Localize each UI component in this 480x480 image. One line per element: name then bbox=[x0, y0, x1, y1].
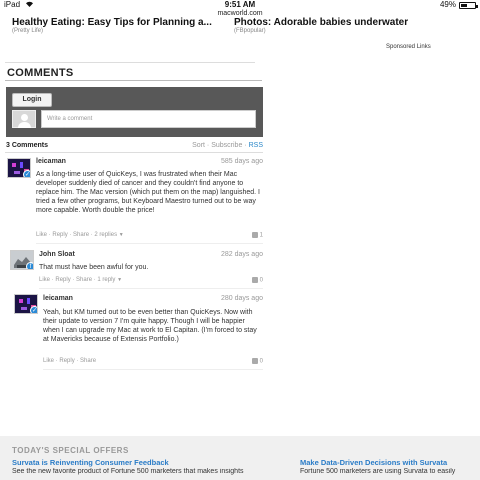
comment-timestamp[interactable]: 585 days ago bbox=[180, 158, 263, 165]
battery-fill bbox=[461, 3, 468, 7]
thumbs-up-icon[interactable] bbox=[251, 232, 258, 238]
comment-author[interactable]: John Sloat bbox=[39, 251, 75, 258]
offer-description-2: Fortune 500 marketers are using Survata … bbox=[300, 468, 456, 475]
like-link[interactable]: Like bbox=[36, 232, 47, 238]
vote-count[interactable]: 1 bbox=[240, 232, 263, 239]
comment-compose-box: Login Write a comment bbox=[6, 87, 263, 137]
share-link[interactable]: Share bbox=[76, 277, 92, 283]
vote-count[interactable]: 0 bbox=[240, 358, 263, 365]
avatar[interactable]: ✓ bbox=[7, 158, 31, 178]
verified-badge-icon: ✓ bbox=[23, 170, 31, 178]
login-button[interactable]: Login bbox=[12, 93, 52, 107]
comment-actions: Like · Reply · Share bbox=[43, 358, 97, 364]
comment-text: Yeah, but KM turned out to be even bette… bbox=[43, 309, 257, 343]
avatar[interactable]: ✓ bbox=[14, 294, 38, 314]
divider bbox=[5, 62, 255, 63]
battery-icon bbox=[459, 1, 478, 9]
clock: 9:51 AM bbox=[224, 0, 256, 9]
replies-toggle[interactable]: 2 replies bbox=[94, 232, 117, 238]
divider bbox=[43, 369, 263, 370]
comment-author[interactable]: leicaman bbox=[36, 158, 66, 165]
divider bbox=[36, 243, 263, 244]
verified-badge-icon: f bbox=[26, 262, 33, 269]
comment-count-row: 3 Comments Sort · Subscribe · RSS bbox=[6, 142, 263, 149]
comment-count: 3 Comments bbox=[6, 142, 49, 149]
thumbs-up-icon[interactable] bbox=[251, 358, 258, 364]
chevron-down-icon[interactable]: ▼ bbox=[117, 277, 122, 283]
comment-timestamp[interactable]: 282 days ago bbox=[180, 251, 263, 258]
chevron-down-icon[interactable]: ▼ bbox=[119, 232, 124, 238]
share-link[interactable]: Share bbox=[80, 358, 96, 364]
status-bar: iPad 9:51 AM 49% bbox=[0, 0, 480, 10]
sponsored-links-label[interactable]: Sponsored Links bbox=[386, 44, 431, 50]
comment-timestamp[interactable]: 280 days ago bbox=[180, 295, 263, 302]
divider bbox=[5, 80, 262, 81]
avatar[interactable]: f bbox=[10, 250, 34, 270]
comment-author[interactable]: leicaman bbox=[43, 295, 73, 302]
reply-link[interactable]: Reply bbox=[52, 232, 67, 238]
comment-input[interactable]: Write a comment bbox=[41, 110, 256, 128]
battery-percent: 49% bbox=[439, 0, 456, 9]
divider bbox=[39, 288, 263, 289]
divider bbox=[5, 152, 263, 153]
ad-headline-2[interactable]: Photos: Adorable babies underwater bbox=[234, 17, 474, 28]
comment-actions: Like · Reply · Share · 1 reply ▼ bbox=[39, 277, 123, 283]
address-bar[interactable]: macworld.com bbox=[0, 10, 480, 17]
offer-link-2[interactable]: Make Data-Driven Decisions with Survata bbox=[300, 458, 447, 467]
offer-description-1: See the new favorite product of Fortune … bbox=[12, 468, 244, 475]
subscribe-link[interactable]: Subscribe bbox=[211, 142, 242, 149]
vote-count[interactable]: 0 bbox=[240, 277, 263, 284]
comment-actions: Like · Reply · Share · 2 replies ▼ bbox=[36, 232, 124, 238]
comment-text: That must have been awful for you. bbox=[39, 264, 149, 271]
verified-badge-icon: ✓ bbox=[30, 306, 38, 314]
comment-text: As a long-time user of QuicKeys, I was f… bbox=[36, 171, 260, 214]
comments-title: COMMENTS bbox=[7, 67, 74, 79]
like-link[interactable]: Like bbox=[43, 358, 54, 364]
offer-link-1[interactable]: Survata is Reinventing Consumer Feedback bbox=[12, 458, 169, 467]
user-avatar-placeholder bbox=[12, 110, 36, 128]
rss-link[interactable]: RSS bbox=[249, 142, 263, 149]
sort-link[interactable]: Sort bbox=[192, 142, 205, 149]
ad-source-2: (FBpopular) bbox=[234, 28, 266, 34]
special-offers-title: TODAY'S SPECIAL OFFERS bbox=[12, 446, 129, 455]
ad-source-1: (Pretty Life) bbox=[12, 28, 44, 34]
thumbs-up-icon[interactable] bbox=[251, 277, 258, 283]
share-link[interactable]: Share bbox=[73, 232, 89, 238]
like-link[interactable]: Like bbox=[39, 277, 50, 283]
reply-link[interactable]: Reply bbox=[55, 277, 70, 283]
ad-headline-1[interactable]: Healthy Eating: Easy Tips for Planning a… bbox=[12, 17, 222, 28]
replies-toggle[interactable]: 1 reply bbox=[97, 277, 115, 283]
reply-link[interactable]: Reply bbox=[59, 358, 74, 364]
